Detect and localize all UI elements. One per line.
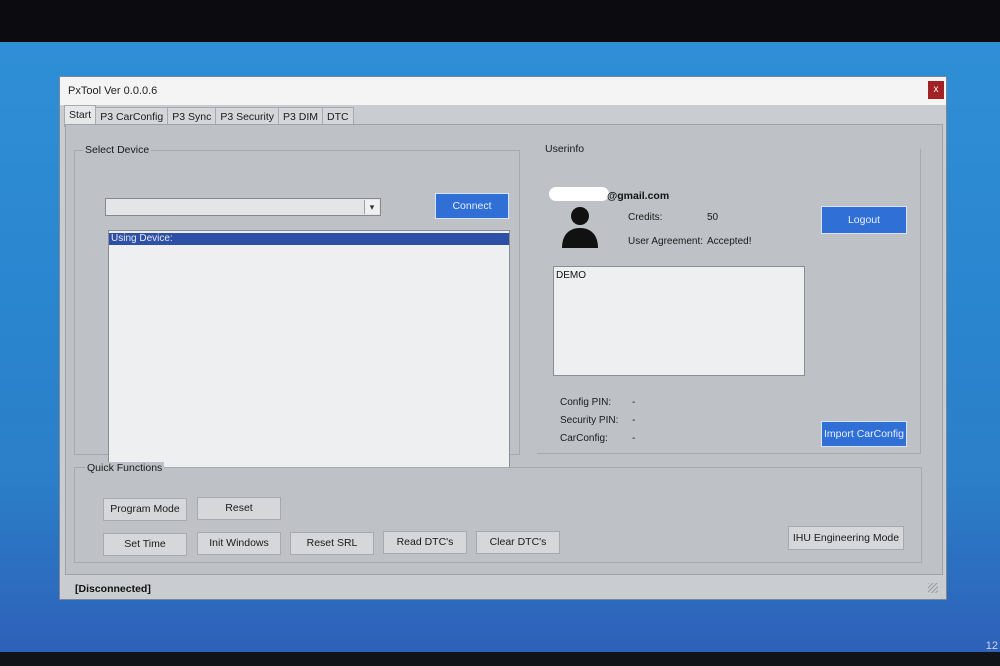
taskbar	[0, 652, 1000, 666]
user-avatar-icon	[562, 207, 598, 248]
read-dtcs-button[interactable]: Read DTC's	[383, 531, 467, 554]
chevron-down-icon[interactable]: ▾	[364, 200, 379, 214]
status-bar: [Disconnected]	[65, 578, 941, 596]
connection-status: [Disconnected]	[75, 583, 151, 595]
resize-grip-icon[interactable]	[928, 583, 938, 593]
user-email: @gmail.com	[607, 190, 670, 202]
device-list[interactable]: Using Device:	[108, 230, 510, 468]
credits-value: 50	[707, 212, 719, 223]
close-icon: x	[933, 84, 939, 95]
program-mode-button[interactable]: Program Mode	[103, 498, 187, 521]
carconfig-label: CarConfig:	[560, 433, 608, 444]
ihu-engineering-mode-button[interactable]: IHU Engineering Mode	[788, 526, 904, 550]
select-device-group: Select Device ▾ Connect Using Device:	[74, 144, 520, 468]
connect-button[interactable]: Connect	[435, 193, 509, 219]
close-button[interactable]: x	[928, 81, 944, 99]
agreement-value: Accepted!	[707, 236, 752, 247]
carconfig-value: -	[632, 433, 636, 444]
notes-textarea[interactable]: DEMO	[553, 266, 805, 376]
taskbar-clock: 12	[985, 640, 998, 652]
security-pin-value: -	[632, 415, 636, 426]
quick-functions-group: Quick Functions Program Mode Reset Set T…	[74, 462, 922, 563]
config-pin-value: -	[632, 397, 636, 408]
device-select[interactable]: ▾	[105, 198, 381, 216]
userinfo-group: Userinfo @gmail.com Credits: 50 User Agr…	[537, 143, 921, 454]
import-carconfig-button[interactable]: Import CarConfig	[821, 421, 907, 447]
logout-button[interactable]: Logout	[821, 206, 907, 234]
reset-srl-button[interactable]: Reset SRL	[290, 532, 374, 555]
security-pin-label: Security PIN:	[560, 415, 619, 426]
set-time-button[interactable]: Set Time	[103, 533, 187, 556]
list-item[interactable]: Using Device:	[109, 233, 509, 245]
quick-functions-label: Quick Functions	[85, 462, 165, 474]
window-title: PxTool Ver 0.0.0.6	[68, 85, 158, 97]
redacted-email	[549, 187, 609, 201]
select-device-label: Select Device	[83, 144, 152, 156]
userinfo-label: Userinfo	[543, 143, 587, 155]
clear-dtcs-button[interactable]: Clear DTC's	[476, 531, 560, 554]
init-windows-button[interactable]: Init Windows	[197, 532, 281, 555]
credits-label: Credits:	[628, 212, 663, 223]
reset-button[interactable]: Reset	[197, 497, 281, 520]
title-bar[interactable]: PxTool Ver 0.0.0.6 x	[60, 77, 946, 105]
pxtool-window: PxTool Ver 0.0.0.6 x Start P3 CarConfig …	[60, 77, 946, 599]
agreement-label: User Agreement:	[628, 236, 704, 247]
start-tab-panel: Select Device ▾ Connect Using Device: Us…	[65, 124, 943, 575]
config-pin-label: Config PIN:	[560, 397, 612, 408]
